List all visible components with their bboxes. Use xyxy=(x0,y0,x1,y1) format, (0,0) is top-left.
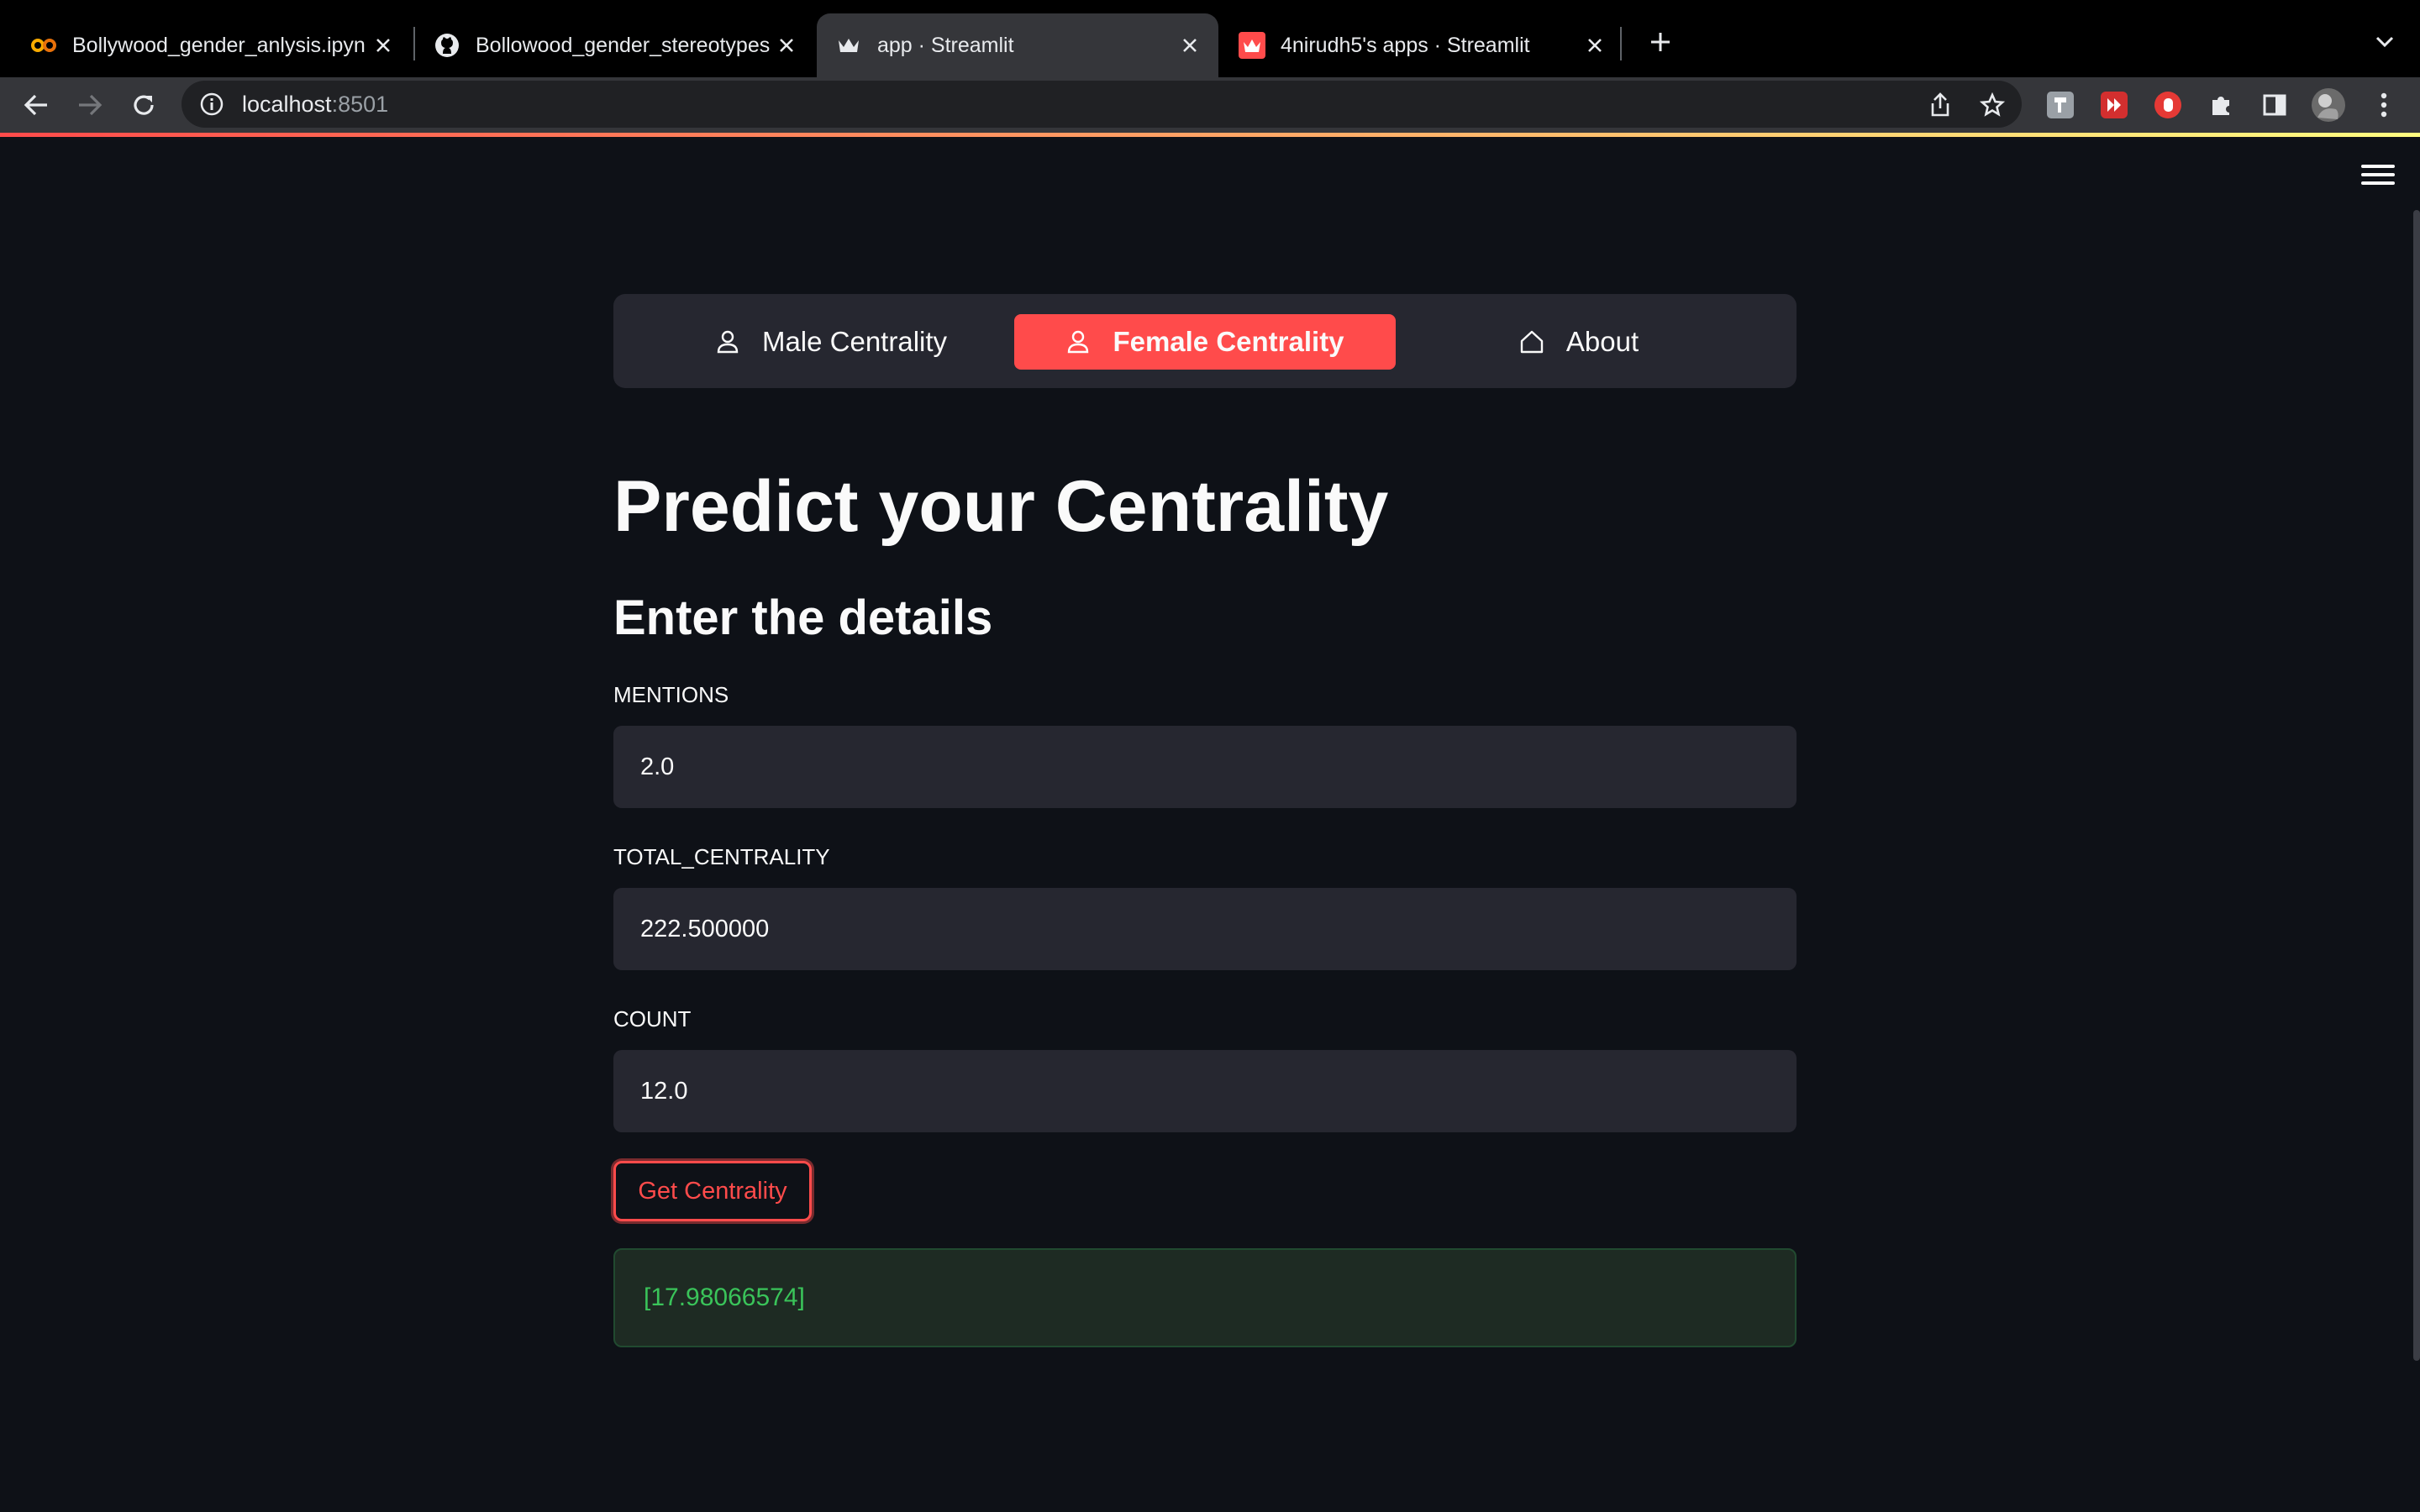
nav-item-about[interactable]: About xyxy=(1405,314,1753,370)
tab-title: Bollowood_gender_stereotypes xyxy=(476,33,770,57)
streamlit-header-decoration xyxy=(0,133,2420,137)
count-label: COUNT xyxy=(613,1006,692,1032)
tab-title: 4nirudh5's apps · Streamlit xyxy=(1281,33,1530,57)
close-icon[interactable] xyxy=(1578,29,1612,62)
close-icon[interactable] xyxy=(1173,29,1207,62)
streamlit-icon xyxy=(1239,32,1265,59)
back-button[interactable] xyxy=(15,84,57,126)
plus-icon xyxy=(1651,33,1670,51)
nav-item-male-centrality[interactable]: Male Centrality xyxy=(657,314,1005,370)
info-icon[interactable] xyxy=(198,91,225,118)
nav-item-label: Male Centrality xyxy=(761,326,948,357)
section-heading: Enter the details xyxy=(613,591,993,645)
puzzle-icon[interactable] xyxy=(2203,87,2238,123)
hamburger-icon-line xyxy=(2361,165,2395,168)
close-icon[interactable] xyxy=(366,29,400,62)
arrow-left-icon xyxy=(24,94,47,116)
get-centrality-button[interactable]: Get Centrality xyxy=(613,1161,812,1221)
person-icon xyxy=(715,329,740,354)
forward-button[interactable] xyxy=(69,84,111,126)
page-title: Predict your Centrality xyxy=(613,466,1389,547)
option-menu: Male Centrality Female Centrality About xyxy=(613,294,1797,388)
page-scrollbar[interactable] xyxy=(2413,210,2420,1361)
tab-github-repo[interactable]: Bollowood_gender_stereotypes xyxy=(417,13,815,77)
browser-tab-strip: Bollywood_gender_anlysis.ipynb Bollowood… xyxy=(0,0,2420,77)
prediction-result: [17.98066574] xyxy=(613,1248,1797,1347)
colab-icon xyxy=(30,32,57,59)
reload-icon xyxy=(134,95,154,115)
total-centrality-label: TOTAL_CENTRALITY xyxy=(613,844,830,869)
avatar[interactable] xyxy=(2311,87,2346,123)
app-menu-button[interactable] xyxy=(2361,160,2395,190)
extension-video-speed-icon[interactable] xyxy=(2096,87,2132,123)
new-tab-button[interactable] xyxy=(1640,22,1681,62)
share-button[interactable] xyxy=(1919,84,1961,126)
url-text: localhost:8501 xyxy=(242,92,388,118)
tab-divider xyxy=(413,27,415,60)
tab-streamlit-app[interactable]: app · Streamlit xyxy=(817,13,1218,77)
tab-title: app · Streamlit xyxy=(877,33,1014,57)
extension-adblock-icon[interactable] xyxy=(2150,87,2186,123)
hamburger-icon-line xyxy=(2361,181,2395,185)
reload-button[interactable] xyxy=(123,84,165,126)
tab-colab-notebook[interactable]: Bollywood_gender_anlysis.ipynb xyxy=(0,13,412,77)
person-icon xyxy=(1065,329,1091,354)
mentions-label: MENTIONS xyxy=(613,682,729,707)
chevron-down-icon xyxy=(2375,36,2394,48)
browser-menu-button[interactable] xyxy=(2366,87,2402,123)
streamlit-crown-icon xyxy=(835,32,862,59)
tab-streamlit-apps[interactable]: 4nirudh5's apps · Streamlit xyxy=(1222,13,1623,77)
share-icon xyxy=(1931,92,1949,117)
nav-item-female-centrality[interactable]: Female Centrality xyxy=(1014,314,1396,370)
tab-title: Bollywood_gender_anlysis.ipynb xyxy=(72,33,366,57)
hamburger-icon-line xyxy=(2361,173,2395,176)
nav-item-label: About xyxy=(1565,326,1639,357)
browser-toolbar: localhost:8501 xyxy=(0,77,2420,133)
url-port: :8501 xyxy=(331,91,389,117)
side-panel-icon[interactable] xyxy=(2257,87,2292,123)
github-icon xyxy=(434,32,460,59)
close-icon[interactable] xyxy=(770,29,803,62)
mentions-input[interactable]: 2.0 xyxy=(613,726,1797,808)
tab-search-button[interactable] xyxy=(2366,24,2403,60)
arrow-right-icon xyxy=(79,94,103,116)
star-icon xyxy=(1980,92,2005,117)
url-host: localhost xyxy=(242,91,332,117)
count-input[interactable]: 12.0 xyxy=(613,1050,1797,1132)
nav-item-label: Female Centrality xyxy=(1113,326,1344,357)
bookmark-button[interactable] xyxy=(1971,84,2013,126)
more-vertical-icon xyxy=(2381,92,2387,118)
address-bar[interactable]: localhost:8501 xyxy=(182,81,2022,128)
total-centrality-input[interactable]: 222.500000 xyxy=(613,888,1797,970)
tab-divider xyxy=(1620,27,1622,60)
house-icon xyxy=(1519,329,1544,354)
extension-translate-icon[interactable] xyxy=(2043,87,2078,123)
